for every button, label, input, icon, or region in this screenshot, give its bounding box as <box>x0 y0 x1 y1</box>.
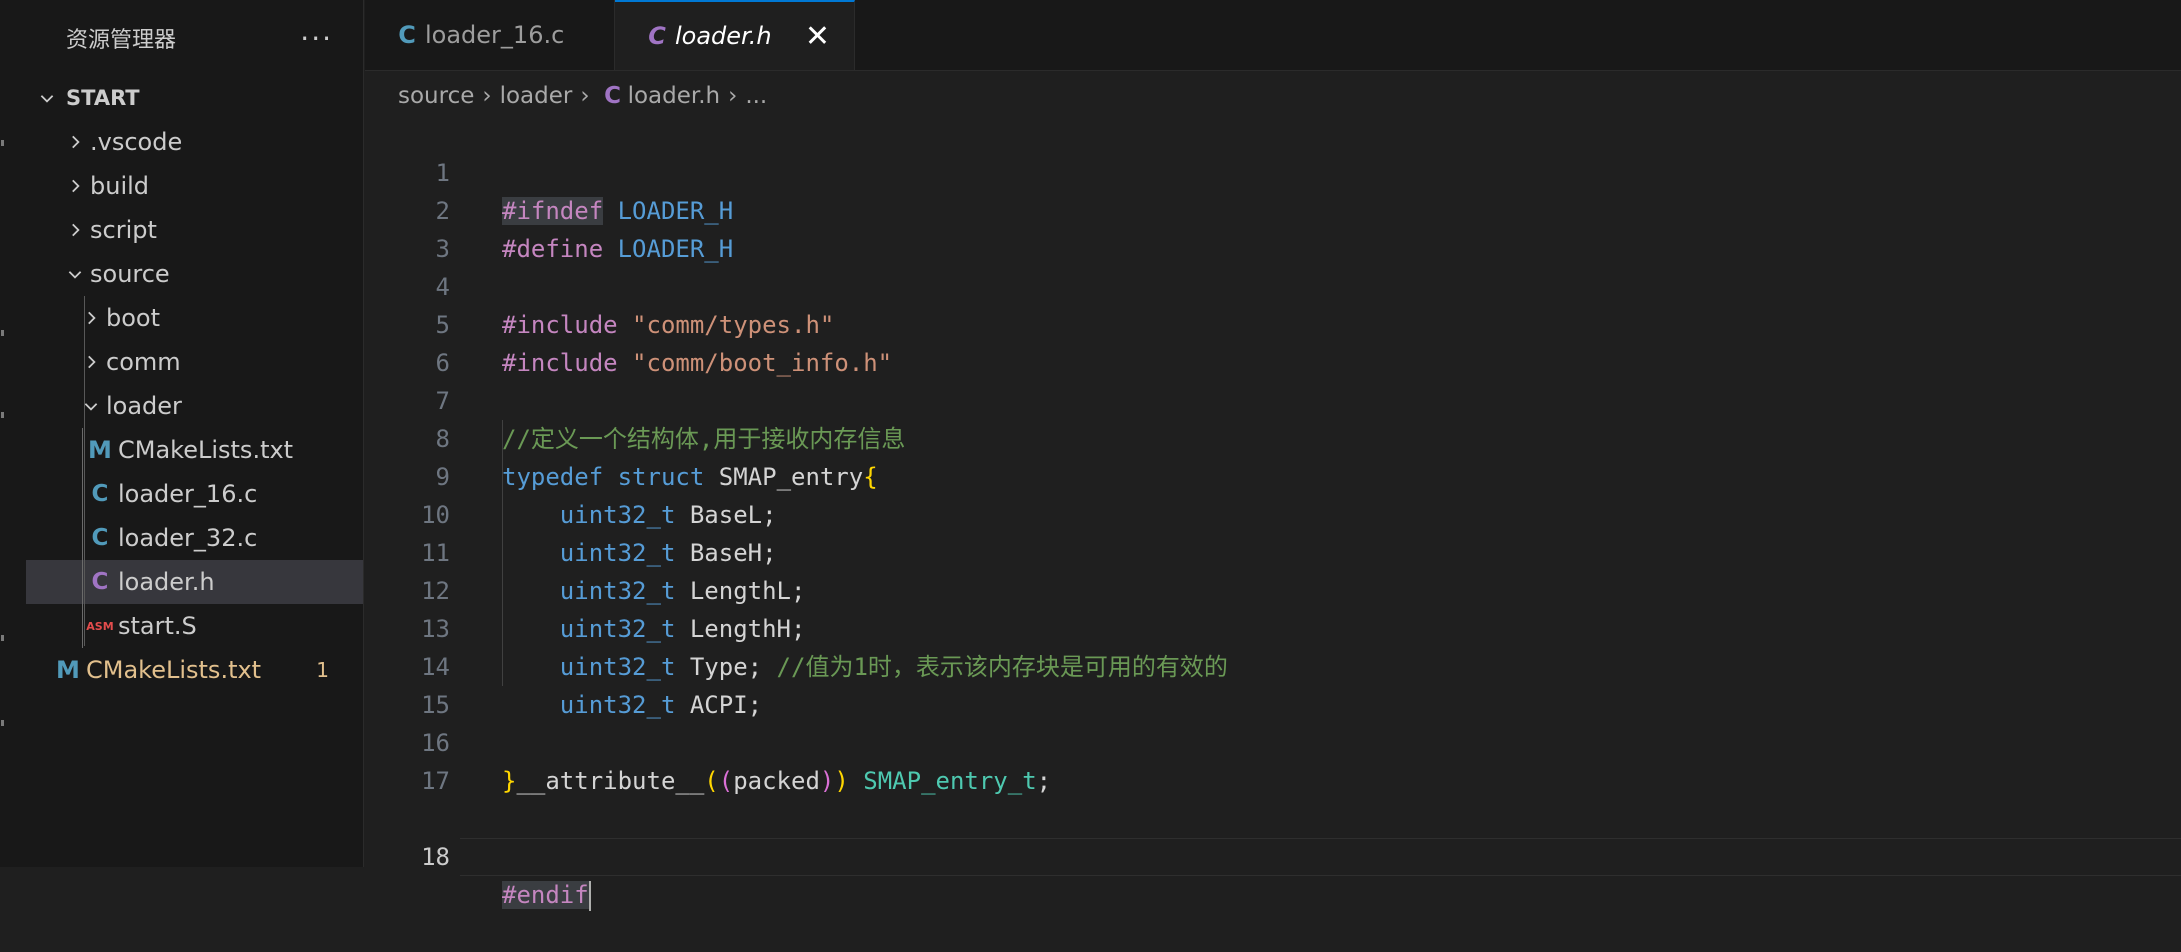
chevron-down-icon <box>36 89 58 107</box>
chevron-right-icon: › <box>482 83 492 109</box>
code-line: 16 }__attribute__((packed)) SMAP_entry_t… <box>365 686 2181 795</box>
code-line: 10 uint32_t BaseH; <box>365 458 2181 567</box>
more-actions-icon[interactable]: ··· <box>300 22 333 55</box>
chevron-right-icon <box>64 177 86 195</box>
close-icon[interactable]: ✕ <box>805 19 830 54</box>
activity-icon[interactable] <box>1 720 4 726</box>
code-line: 4 #include "comm/types.h" <box>365 230 2181 339</box>
code-editor[interactable]: 1 #ifndef LOADER_H 2 #define LOADER_H 3 … <box>365 116 2181 911</box>
cmake-file-icon: M <box>56 656 80 684</box>
editor-area: C loader_16.c C loader.h ✕ source › load… <box>365 0 2181 911</box>
code-line: 8 typedef struct SMAP_entry{ <box>365 382 2181 491</box>
chevron-right-icon: › <box>728 83 738 109</box>
tree-indent-guide <box>82 428 83 648</box>
tree-item-label: comm <box>106 348 181 376</box>
current-line-highlight <box>460 838 2181 876</box>
h-file-icon: C <box>648 22 666 50</box>
problem-count-badge: 1 <box>316 658 329 682</box>
code-line: 15 <box>365 648 2181 719</box>
activity-icon[interactable] <box>1 330 4 336</box>
tab-loader-h[interactable]: C loader.h ✕ <box>615 0 855 70</box>
chevron-right-icon <box>64 221 86 239</box>
tree-item-build[interactable]: build <box>26 164 363 208</box>
activity-icon[interactable] <box>1 635 4 641</box>
code-line: 3 <box>365 192 2181 263</box>
c-file-icon: C <box>91 525 109 551</box>
tree-item-boot[interactable]: boot <box>26 296 363 340</box>
asm-file-icon: ASM <box>86 619 114 633</box>
tree-item-comm[interactable]: comm <box>26 340 363 384</box>
tree-item-label: CMakeLists.txt <box>118 436 294 464</box>
activity-bar <box>0 0 27 867</box>
c-file-icon: C <box>91 481 109 507</box>
tree-item-label: source <box>90 260 170 288</box>
tree-item-label: loader.h <box>118 568 215 596</box>
tree-item-label: .vscode <box>90 128 183 156</box>
breadcrumb-item[interactable]: loader <box>500 83 573 109</box>
tree-indent-guide <box>84 296 85 646</box>
code-line: 9 uint32_t BaseL; <box>365 420 2181 529</box>
tree-item-label: script <box>90 216 157 244</box>
code-line: 7 //定义一个结构体,用于接收内存信息 <box>365 344 2181 453</box>
code-line: 6 <box>365 306 2181 377</box>
chevron-down-icon <box>64 265 86 283</box>
code-line: 13 uint32_t Type; //值为1时，表示该内存块是可用的有效的 <box>365 572 2181 681</box>
h-file-icon: C <box>91 569 109 595</box>
line-number: 18 <box>421 843 450 871</box>
tab-label: loader.h <box>675 22 772 50</box>
tree-item-label: boot <box>106 304 161 332</box>
tree-item-loader32[interactable]: C loader_32.c <box>26 516 363 560</box>
code-line: 17 <box>365 724 2181 795</box>
tree-item-label: loader_32.c <box>118 524 258 552</box>
code-line: 1 #ifndef LOADER_H <box>365 116 2181 225</box>
tree-root-start[interactable]: START <box>26 76 363 120</box>
code-line: 14 uint32_t ACPI; <box>365 610 2181 719</box>
tree-item-loader16[interactable]: C loader_16.c <box>26 472 363 516</box>
code-line: 2 #define LOADER_H <box>365 154 2181 263</box>
h-file-icon: C <box>604 83 621 109</box>
tree-item-label: loader <box>106 392 182 420</box>
code-line: 12 uint32_t LengthH; <box>365 534 2181 643</box>
chevron-right-icon <box>64 133 86 151</box>
breadcrumb-item[interactable]: source <box>398 83 474 109</box>
chevron-right-icon: › <box>580 83 590 109</box>
tree-root-label: START <box>66 86 140 110</box>
tab-label: loader_16.c <box>425 21 565 49</box>
cmake-file-icon: M <box>88 436 112 464</box>
tree-item-label: loader_16.c <box>118 480 258 508</box>
code-token: #endif <box>502 881 589 909</box>
code-line: 5 #include "comm/boot_info.h" <box>365 268 2181 377</box>
tree-item-label: build <box>90 172 150 200</box>
breadcrumb-item[interactable]: loader.h <box>628 83 721 109</box>
tree-item-vscode[interactable]: .vscode <box>26 120 363 164</box>
activity-icon[interactable] <box>1 140 4 146</box>
activity-icon[interactable] <box>1 412 4 418</box>
tree-item-cmakelists-loader[interactable]: M CMakeLists.txt <box>26 428 363 472</box>
explorer-title: 资源管理器 <box>66 28 177 53</box>
tab-loader16[interactable]: C loader_16.c <box>365 0 615 70</box>
tree-item-label: CMakeLists.txt <box>86 656 262 684</box>
tree-item-start-s[interactable]: ASM start.S <box>26 604 363 648</box>
tree-item-label: start.S <box>118 612 197 640</box>
code-line: 11 uint32_t LengthL; <box>365 496 2181 605</box>
tree-item-cmakelists-root[interactable]: M CMakeLists.txt 1 <box>26 648 363 692</box>
text-cursor <box>588 881 591 911</box>
code-line-current: 18 #endif <box>365 762 2181 911</box>
breadcrumb: source › loader › C loader.h › ... <box>365 71 2181 121</box>
explorer-sidebar: 资源管理器 ··· START .vscode build script sou… <box>26 0 364 867</box>
tree-item-loader-h[interactable]: C loader.h <box>26 560 363 604</box>
breadcrumb-item[interactable]: ... <box>745 83 767 109</box>
tree-item-loader[interactable]: loader <box>26 384 363 428</box>
explorer-header: 资源管理器 ··· <box>26 0 363 76</box>
tree-item-script[interactable]: script <box>26 208 363 252</box>
tab-bar: C loader_16.c C loader.h ✕ <box>365 0 2181 71</box>
c-file-icon: C <box>398 21 416 49</box>
tree-item-source[interactable]: source <box>26 252 363 296</box>
